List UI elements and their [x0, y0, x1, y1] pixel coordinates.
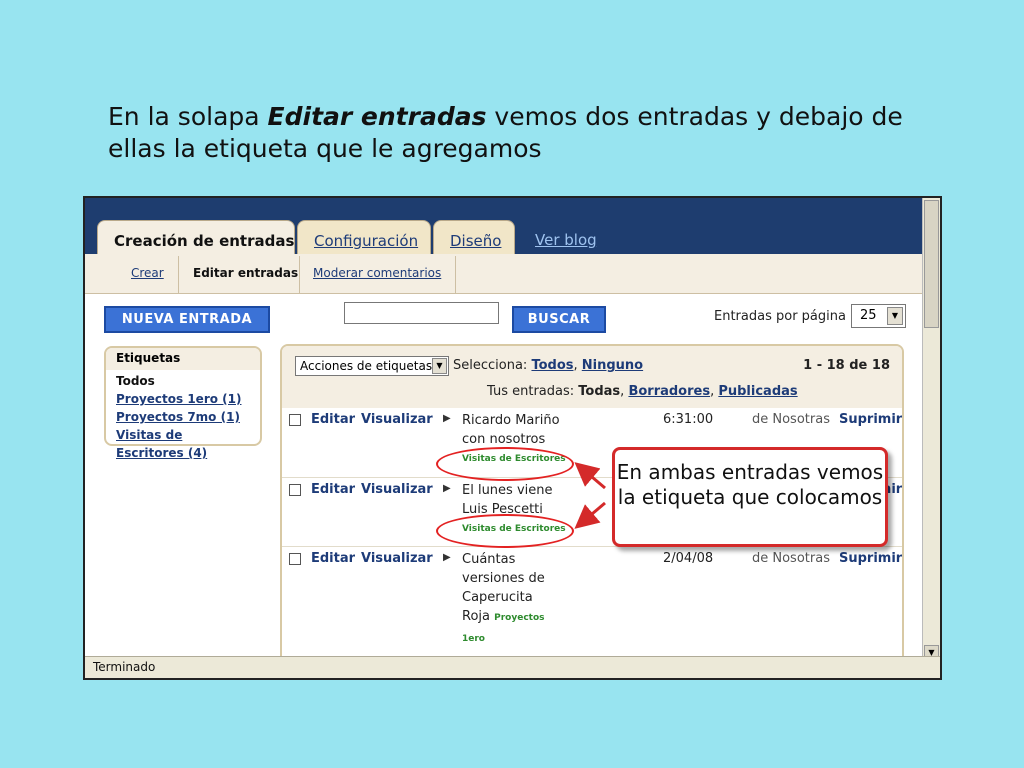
browser-screenshot: Creación de entradas Configuración Diseñ… — [83, 196, 942, 680]
status-text: Terminado — [93, 660, 156, 674]
scrollbar[interactable]: ▼ — [922, 198, 940, 660]
arrow-up — [574, 462, 606, 490]
scroll-thumb[interactable] — [924, 200, 939, 328]
arrow-down — [574, 501, 606, 529]
caption-emphasis: Editar entradas — [267, 102, 487, 131]
callout-box: En ambas entradas vemos la etiqueta que … — [612, 447, 888, 547]
caption-text-1: En la solapa — [108, 102, 268, 131]
slide-caption: En la solapa Editar entradas vemos dos e… — [108, 101, 928, 165]
status-bar: Terminado — [85, 656, 940, 678]
callout-arrows — [574, 462, 606, 529]
